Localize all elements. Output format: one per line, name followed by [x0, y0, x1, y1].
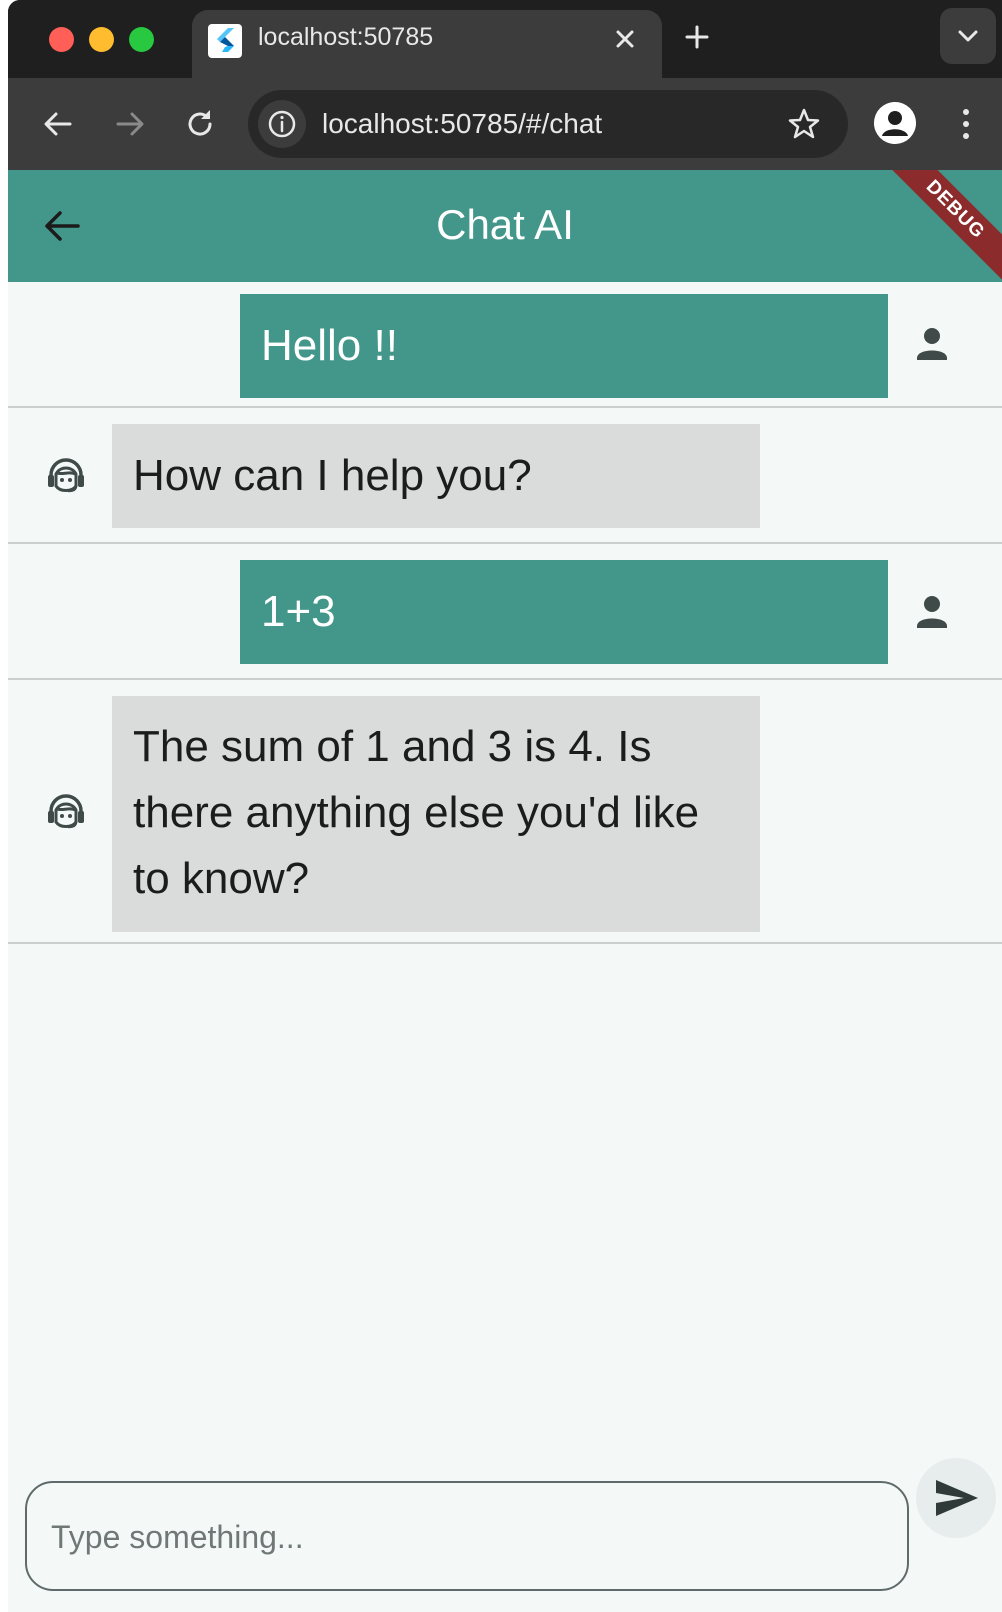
close-tab-icon[interactable]: [610, 24, 640, 54]
message-row: 1+3: [8, 542, 1002, 680]
browser-forward-icon[interactable]: [110, 104, 150, 144]
user-message-bubble: 1+3: [240, 560, 888, 664]
chevron-down-icon: [958, 30, 978, 42]
flutter-favicon-icon: [208, 24, 242, 58]
reload-icon[interactable]: [180, 104, 220, 144]
browser-toolbar: localhost:50785/#/chat: [8, 78, 1002, 170]
tab-search-button[interactable]: [940, 8, 996, 64]
new-tab-icon[interactable]: [680, 20, 714, 54]
site-info-icon[interactable]: [258, 100, 306, 148]
message-row: The sum of 1 and 3 is 4. Is there anythi…: [8, 678, 1002, 944]
bookmark-star-icon[interactable]: [786, 106, 822, 142]
message-input-container: [25, 1481, 909, 1591]
message-input[interactable]: [49, 1511, 873, 1563]
close-window-button[interactable]: [49, 27, 74, 52]
ai-message-bubble: The sum of 1 and 3 is 4. Is there anythi…: [112, 696, 760, 932]
profile-avatar-icon[interactable]: [874, 102, 916, 144]
browser-back-icon[interactable]: [38, 104, 78, 144]
browser-window: localhost:50785 localhost:50785/#/chat C…: [8, 0, 1002, 1612]
send-button[interactable]: [916, 1458, 996, 1538]
tab-title: localhost:50785: [258, 23, 434, 51]
message-row: How can I help you?: [8, 406, 1002, 544]
tab-strip: localhost:50785: [8, 0, 1002, 78]
address-bar[interactable]: localhost:50785/#/chat: [248, 90, 848, 158]
person-icon: [908, 588, 956, 636]
browser-menu-icon[interactable]: [954, 102, 978, 146]
browser-tab[interactable]: localhost:50785: [192, 10, 662, 78]
maximize-window-button[interactable]: [129, 27, 154, 52]
message-row: Hello !!: [8, 282, 1002, 408]
url-text: localhost:50785/#/chat: [322, 108, 603, 139]
app-bar: Chat AI DEBUG: [8, 170, 1002, 289]
send-icon: [936, 1480, 978, 1516]
support-agent-icon: [42, 788, 90, 836]
minimize-window-button[interactable]: [89, 27, 114, 52]
support-agent-icon: [42, 452, 90, 500]
page-title: Chat AI: [436, 201, 574, 248]
person-icon: [908, 320, 956, 368]
ai-message-bubble: How can I help you?: [112, 424, 760, 528]
user-message-bubble: Hello !!: [240, 294, 888, 398]
chat-app: Chat AI DEBUG Hello !! How can I help yo…: [8, 170, 1002, 1612]
